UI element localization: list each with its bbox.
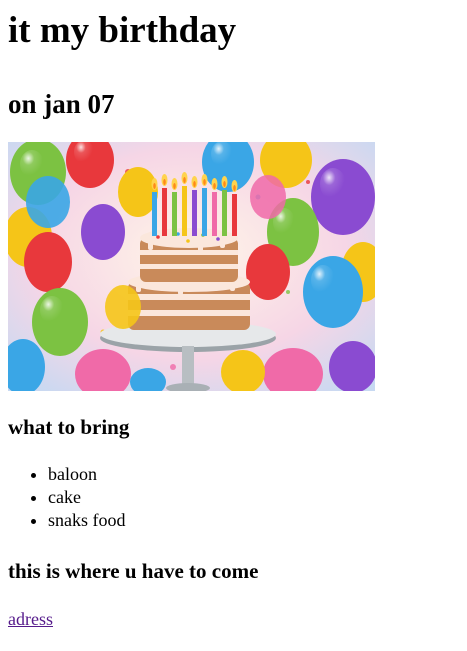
bring-list: baloon cake snaks food — [8, 463, 459, 532]
list-item: baloon — [48, 463, 459, 486]
address-link[interactable]: adress — [8, 608, 53, 630]
list-item: cake — [48, 486, 459, 509]
location-heading: this is where u have to come — [8, 559, 259, 583]
event-date: on jan 07 — [8, 89, 115, 119]
list-item: snaks food — [48, 509, 459, 532]
page-title: it my birthday — [8, 10, 237, 51]
birthday-cake-image — [8, 142, 375, 391]
page: it my birthday on jan 07 what to bring •… — [0, 10, 467, 630]
what-to-bring-heading: what to bring — [8, 415, 130, 439]
birthday-cake-illustration — [8, 142, 375, 391]
